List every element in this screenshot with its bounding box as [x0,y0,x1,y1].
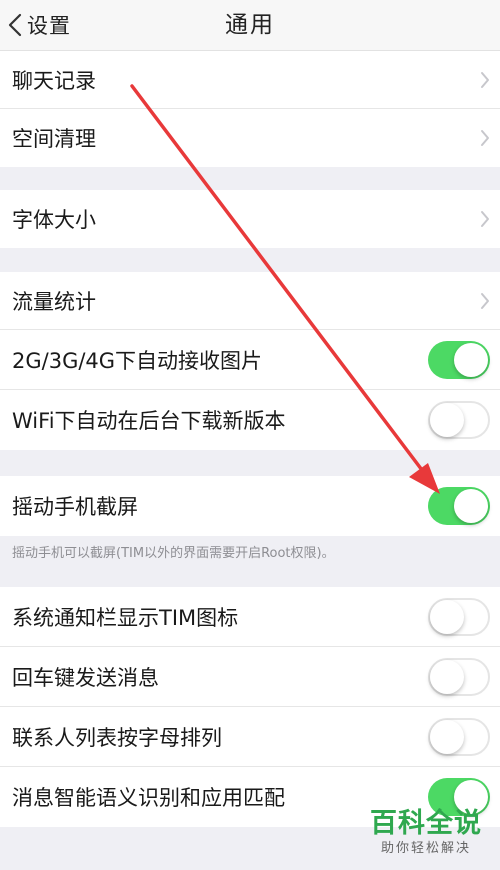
shake-screenshot-footnote: 摇动手机可以截屏(TIM以外的界面需要开启Root权限)。 [12,546,335,561]
row-label: WiFi下自动在后台下载新版本 [12,409,286,433]
toggle-knob [454,342,488,377]
alphabetical-contacts-row: 联系人列表按字母排列 [0,707,500,767]
auto-receive-images-row: 2G/3G/4G下自动接收图片 [0,330,500,390]
row-label: 联系人列表按字母排列 [12,725,222,750]
page-title: 通用 [225,12,275,38]
row-label: 空间清理 [12,127,96,151]
row-label: 回车键发送消息 [12,665,159,690]
row-label: 字体大小 [12,208,96,232]
row-label: 2G/3G/4G下自动接收图片 [12,348,263,373]
watermark-title: 百科全说 [370,808,482,839]
toggle-knob [430,403,464,437]
row-label: 系统通知栏显示TIM图标 [12,605,239,630]
settings-group-storage: 聊天记录 空间清理 [0,51,500,167]
storage-cleanup-row[interactable]: 空间清理 [0,109,500,167]
alphabetical-contacts-toggle[interactable] [428,717,490,756]
notification-icon-toggle[interactable] [428,597,490,636]
navigation-bar: 设置 通用 [0,0,500,51]
chevron-right-icon [481,130,489,146]
toggle-knob [430,659,464,694]
enter-to-send-toggle[interactable] [428,657,490,696]
shake-screenshot-toggle[interactable] [428,487,490,525]
row-label: 流量统计 [12,289,96,314]
settings-group-network: 流量统计 2G/3G/4G下自动接收图片 WiFi下自动在后台下载新版本 [0,272,500,450]
row-label: 消息智能语义识别和应用匹配 [12,786,285,810]
row-label: 摇动手机截屏 [12,495,138,519]
chevron-right-icon [481,292,489,309]
auto-receive-images-toggle[interactable] [428,340,490,379]
data-usage-row[interactable]: 流量统计 [0,272,500,330]
shake-screenshot-row: 摇动手机截屏 [0,476,500,536]
chevron-right-icon [481,71,489,88]
font-size-row[interactable]: 字体大小 [0,190,500,248]
toggle-knob [430,719,464,754]
watermark-logo: 百科全说 助你轻松解决 [366,808,486,858]
chat-history-row[interactable]: 聊天记录 [0,51,500,109]
row-label: 聊天记录 [12,68,96,93]
wifi-auto-download-toggle[interactable] [428,401,490,439]
chevron-right-icon [481,211,489,227]
enter-to-send-row: 回车键发送消息 [0,647,500,707]
watermark-subtitle: 助你轻松解决 [380,841,471,856]
toggle-knob [430,599,464,634]
toggle-knob [454,489,488,523]
settings-group-font: 字体大小 [0,190,500,248]
settings-group-misc: 系统通知栏显示TIM图标 回车键发送消息 联系人列表按字母排列 消息智能语义识别… [0,587,500,827]
notification-icon-row: 系统通知栏显示TIM图标 [0,587,500,647]
settings-group-shake: 摇动手机截屏 [0,476,500,536]
wifi-auto-download-row: WiFi下自动在后台下载新版本 [0,390,500,450]
